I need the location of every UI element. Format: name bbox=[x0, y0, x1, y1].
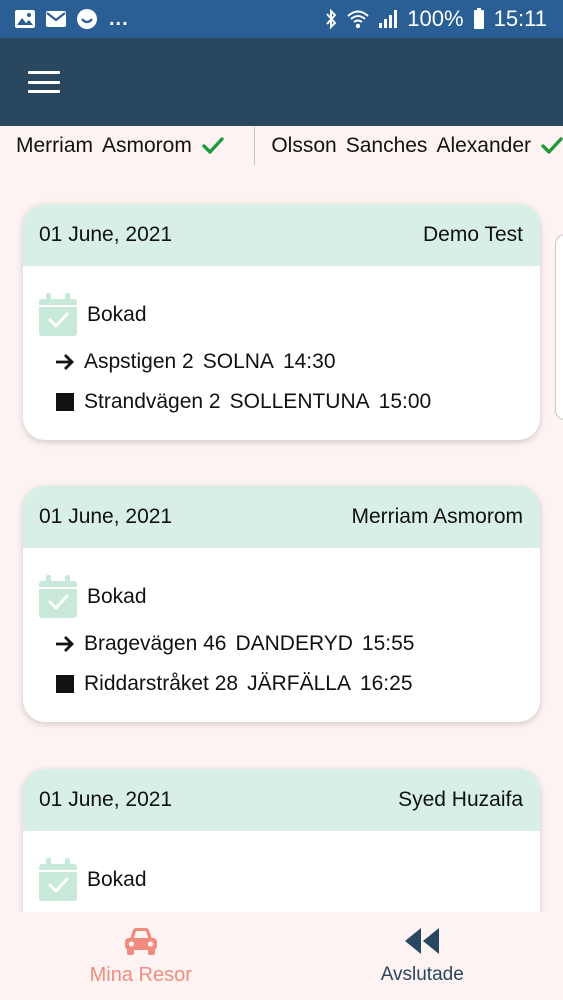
battery-percent: 100% bbox=[407, 6, 464, 31]
trip-passenger: Merriam Asmorom bbox=[351, 505, 523, 528]
signal-icon bbox=[378, 9, 398, 29]
arrow-right-icon bbox=[54, 634, 75, 655]
app-bar bbox=[0, 38, 563, 126]
nav-mina-resor[interactable]: Mina Resor bbox=[0, 912, 282, 1000]
calendar-check-icon bbox=[39, 293, 77, 336]
bottom-navigation: Mina Resor Avslutade bbox=[0, 912, 563, 1000]
check-icon bbox=[202, 137, 224, 155]
status-label: Bokad bbox=[87, 303, 147, 326]
pickup-city: SOLNA bbox=[202, 350, 274, 373]
driver-middle-name: Sanches bbox=[345, 134, 428, 157]
pickup-time: 14:30 bbox=[282, 350, 336, 373]
pickup-time: 15:55 bbox=[361, 632, 415, 655]
arrow-right-icon bbox=[54, 352, 75, 373]
trip-passenger: Demo Test bbox=[423, 223, 523, 246]
mail-icon bbox=[45, 10, 67, 28]
driver-last-name: Asmorom bbox=[102, 134, 192, 157]
dropoff-street: Strandvägen 2 bbox=[84, 390, 221, 413]
driver-first-name: Olsson bbox=[271, 134, 337, 157]
more-notifications: ... bbox=[109, 7, 129, 30]
menu-icon[interactable] bbox=[28, 71, 60, 93]
smiley-icon bbox=[76, 8, 98, 30]
status-label: Bokad bbox=[87, 868, 147, 891]
pickup-row: Aspstigen 2 SOLNA 14:30 bbox=[39, 342, 524, 382]
stop-square-icon bbox=[54, 674, 75, 695]
driver-item[interactable]: Olsson Sanches Alexander bbox=[254, 127, 563, 165]
dropoff-time: 16:25 bbox=[359, 672, 413, 695]
side-panel-edge bbox=[555, 234, 563, 420]
trip-status: Bokad bbox=[39, 570, 524, 624]
car-icon bbox=[124, 928, 157, 955]
trip-date: 01 June, 2021 bbox=[39, 505, 173, 528]
dropoff-row: Riddarstråket 28 JÄRFÄLLA 16:25 bbox=[39, 664, 524, 704]
nav-avslutade[interactable]: Avslutade bbox=[282, 912, 563, 1000]
trip-date: 01 June, 2021 bbox=[39, 223, 173, 246]
rewind-icon bbox=[405, 928, 440, 954]
driver-item[interactable]: Merriam Asmorom bbox=[0, 134, 254, 158]
trip-card[interactable]: 01 June, 2021 Merriam Asmorom Bokad Brag… bbox=[23, 486, 540, 722]
dropoff-time: 15:00 bbox=[378, 390, 432, 413]
pickup-row: Bragevägen 46 DANDERYD 15:55 bbox=[39, 624, 524, 664]
gallery-icon bbox=[14, 9, 36, 29]
calendar-check-icon bbox=[39, 858, 77, 901]
trip-status: Bokad bbox=[39, 288, 524, 342]
calendar-check-icon bbox=[39, 575, 77, 618]
driver-last-name: Alexander bbox=[436, 134, 531, 157]
pickup-city: DANDERYD bbox=[235, 632, 353, 655]
pickup-street: Aspstigen 2 bbox=[84, 350, 194, 373]
trip-card-header: 01 June, 2021 Syed Huzaifa bbox=[23, 769, 540, 831]
pickup-street: Bragevägen 46 bbox=[84, 632, 227, 655]
wifi-icon bbox=[347, 9, 369, 29]
status-label: Bokad bbox=[87, 585, 147, 608]
trip-date: 01 June, 2021 bbox=[39, 788, 173, 811]
dropoff-city: JÄRFÄLLA bbox=[247, 672, 351, 695]
dropoff-street: Riddarstråket 28 bbox=[84, 672, 239, 695]
trip-card[interactable]: 01 June, 2021 Demo Test Bokad Aspstigen … bbox=[23, 204, 540, 440]
battery-icon bbox=[473, 8, 485, 30]
trip-card-header: 01 June, 2021 Demo Test bbox=[23, 204, 540, 266]
dropoff-city: SOLLENTUNA bbox=[229, 390, 370, 413]
check-icon bbox=[541, 137, 563, 155]
trip-card-header: 01 June, 2021 Merriam Asmorom bbox=[23, 486, 540, 548]
bluetooth-icon bbox=[324, 8, 338, 30]
trip-status: Bokad bbox=[39, 853, 524, 907]
dropoff-row: Strandvägen 2 SOLLENTUNA 15:00 bbox=[39, 382, 524, 422]
driver-list: Merriam Asmorom Olsson Sanches Alexander bbox=[0, 126, 563, 166]
trip-passenger: Syed Huzaifa bbox=[398, 788, 523, 811]
driver-first-name: Merriam bbox=[16, 134, 93, 157]
stop-square-icon bbox=[54, 392, 75, 413]
nav-label: Mina Resor bbox=[89, 964, 192, 986]
clock: 15:11 bbox=[493, 6, 547, 31]
status-bar: ... 100% 15:11 bbox=[0, 0, 563, 38]
nav-label: Avslutade bbox=[380, 964, 464, 985]
